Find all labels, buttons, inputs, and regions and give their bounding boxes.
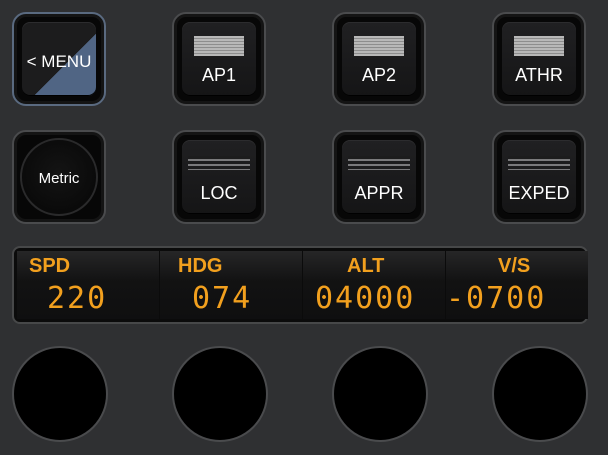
loc-button-label: LOC [200, 183, 238, 203]
athr-button[interactable]: ATHR [492, 12, 586, 106]
appr-button-label: APPR [354, 183, 404, 203]
vs-cell: V/S -0700 [446, 251, 588, 319]
menu-button[interactable]: < MENU [12, 12, 106, 106]
metric-button[interactable]: Metric [12, 130, 106, 224]
alt-cell: ALT 04000 [303, 251, 445, 319]
ap1-button-label: AP1 [201, 65, 237, 85]
alt-label: ALT [347, 255, 385, 277]
exped-button-label: EXPED [508, 183, 570, 203]
spd-cell: SPD 220 [17, 251, 159, 319]
exped-button[interactable]: EXPED [492, 130, 586, 224]
altitude-knob[interactable] [332, 346, 428, 442]
spd-value: 220 [47, 281, 108, 316]
ap2-button-label: AP2 [361, 65, 397, 85]
hdg-label: HDG [178, 255, 223, 277]
heading-knob[interactable] [172, 346, 268, 442]
loc-indicator-lamp [188, 156, 250, 170]
spd-label: SPD [29, 255, 71, 277]
loc-button[interactable]: LOC [172, 130, 266, 224]
exped-indicator-lamp [508, 156, 570, 170]
ap1-button[interactable]: AP1 [172, 12, 266, 106]
ap1-indicator-lamp [194, 36, 244, 56]
ap2-indicator-lamp [354, 36, 404, 56]
speed-knob[interactable] [12, 346, 108, 442]
hdg-cell: HDG 074 [160, 251, 302, 319]
alt-value: 04000 [315, 281, 416, 316]
vs-label: V/S [498, 255, 531, 277]
appr-button[interactable]: APPR [332, 130, 426, 224]
athr-indicator-lamp [514, 36, 564, 56]
vs-value: -0700 [446, 281, 547, 316]
athr-button-label: ATHR [515, 65, 563, 85]
fcu-display: SPD 220 HDG 074 ALT 04000 V/S -0700 [12, 246, 588, 324]
menu-button-label: < MENU [26, 52, 92, 71]
appr-indicator-lamp [348, 156, 410, 170]
ap2-button[interactable]: AP2 [332, 12, 426, 106]
metric-button-label: Metric [38, 170, 80, 187]
hdg-value: 074 [192, 281, 253, 316]
metric-knob: Metric [20, 138, 98, 216]
vertical-speed-knob[interactable] [492, 346, 588, 442]
